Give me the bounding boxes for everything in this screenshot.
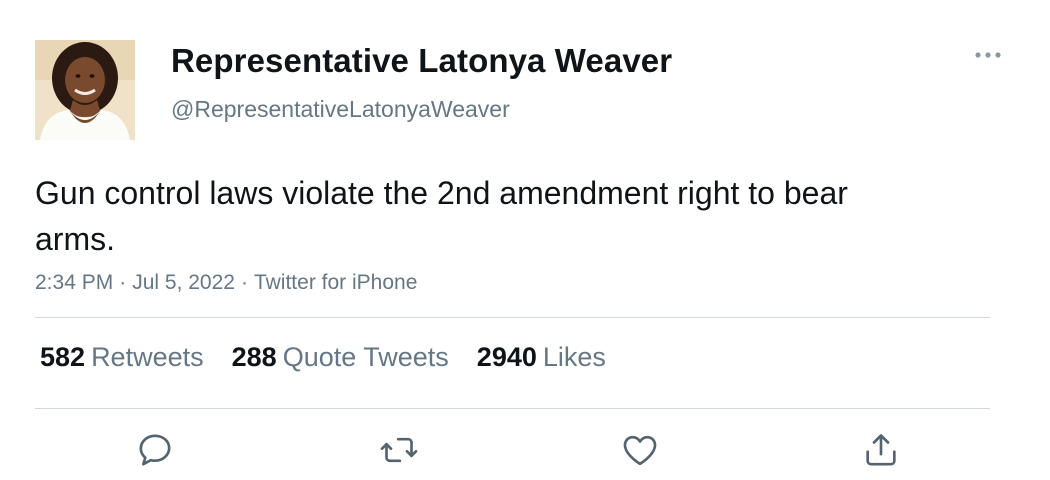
likes-count: 2940 — [476, 342, 537, 372]
tweet-card: Representative Latonya Weaver @Represent… — [0, 0, 1050, 480]
tweet-text: Gun control laws violate the 2nd amendme… — [35, 175, 848, 257]
quote-tweets-count: 288 — [231, 342, 277, 372]
likes-stat[interactable]: 2940 Likes — [477, 342, 606, 373]
retweet-button[interactable] — [377, 428, 421, 472]
share-icon — [866, 434, 896, 466]
meta-separator: · — [119, 271, 127, 294]
reply-button[interactable] — [133, 428, 177, 472]
retweets-label: Retweets — [91, 342, 204, 372]
tweet-source[interactable]: Twitter for iPhone — [254, 271, 417, 294]
retweets-stat[interactable]: 582 Retweets — [40, 342, 204, 373]
user-handle[interactable]: @RepresentativeLatonyaWeaver — [171, 96, 510, 123]
avatar-image — [35, 40, 135, 140]
avatar[interactable] — [35, 40, 135, 140]
tweet-date[interactable]: Jul 5, 2022 — [132, 271, 235, 294]
display-name[interactable]: Representative Latonya Weaver — [171, 42, 672, 80]
engagement-stats: 582 Retweets 288 Quote Tweets 2940 Likes — [40, 342, 634, 373]
quote-tweets-stat[interactable]: 288 Quote Tweets — [232, 342, 449, 373]
more-options-icon[interactable] — [970, 42, 1006, 68]
like-icon — [623, 435, 657, 466]
retweet-icon — [380, 437, 418, 463]
meta-separator: · — [240, 271, 248, 294]
likes-label: Likes — [542, 342, 606, 372]
quote-tweets-label: Quote Tweets — [282, 342, 449, 372]
divider — [35, 408, 990, 409]
tweet-metadata: 2:34 PM · Jul 5, 2022 · Twitter for iPhone — [35, 271, 417, 295]
reply-icon — [139, 434, 171, 466]
tweet-time[interactable]: 2:34 PM — [35, 271, 113, 294]
like-button[interactable] — [618, 428, 662, 472]
divider — [35, 317, 990, 318]
share-button[interactable] — [859, 428, 903, 472]
retweets-count: 582 — [40, 342, 86, 372]
